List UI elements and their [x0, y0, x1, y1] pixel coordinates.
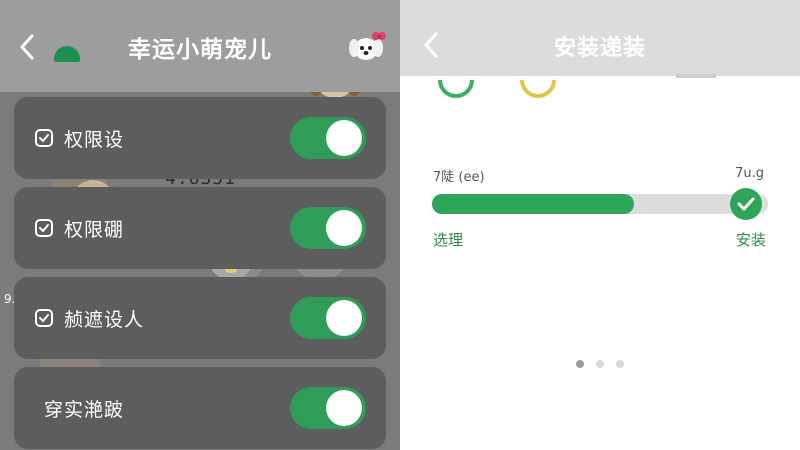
permission-toggle[interactable]: [290, 297, 366, 339]
progress-caption: 7陡 (ee): [433, 170, 485, 185]
app-header: 幸运小萌宠儿: [0, 0, 400, 92]
install-progress-bar: [432, 194, 768, 214]
permission-toggle[interactable]: [290, 117, 366, 159]
step-label-install: 安装: [735, 231, 766, 249]
toggle-knob: [326, 390, 362, 426]
right-screen: 安装递装 7陡 (ee) 7u.g 选理 安装: [400, 0, 800, 450]
page-title: 幸运小萌宠儿: [128, 37, 272, 63]
permission-toggle[interactable]: [290, 387, 366, 429]
page-title: 安装递装: [553, 36, 646, 61]
dog-avatar-icon[interactable]: [346, 30, 386, 64]
permission-label: 赪遮设人: [64, 308, 145, 331]
page-indicator: [400, 360, 800, 368]
permission-label: 权限设: [64, 128, 125, 151]
permission-row[interactable]: 穿实滟跛: [14, 367, 386, 449]
header-divider: [676, 74, 716, 78]
toggle-knob: [326, 300, 362, 336]
page-dot[interactable]: [596, 360, 604, 368]
page-dot[interactable]: [576, 360, 584, 368]
permission-label: 穿实滟跛: [44, 398, 125, 421]
check-square-icon: [35, 219, 53, 237]
toggle-knob: [326, 120, 362, 156]
permission-label: 权限硼: [64, 218, 125, 241]
check-square-icon: [35, 129, 53, 147]
progress-value: 7u.g: [735, 166, 764, 181]
toggle-knob: [326, 210, 362, 246]
refresh-circle-icon: [438, 79, 474, 98]
permission-toggle[interactable]: [290, 207, 366, 249]
check-square-icon: [35, 309, 53, 327]
page-dot[interactable]: [616, 360, 624, 368]
check-icon: [737, 197, 755, 211]
permission-row[interactable]: 权限硼: [14, 187, 386, 269]
permission-row[interactable]: 赪遮设人: [14, 277, 386, 359]
step-label-start: 选理: [433, 231, 464, 249]
permission-row[interactable]: 权限设: [14, 97, 386, 179]
progress-complete-marker: [730, 188, 762, 220]
left-screen: 4.6351 9... 幸运小萌宠儿 权限设: [0, 0, 400, 450]
progress-fill: [432, 194, 634, 214]
yellow-ring-icon: [520, 79, 556, 98]
